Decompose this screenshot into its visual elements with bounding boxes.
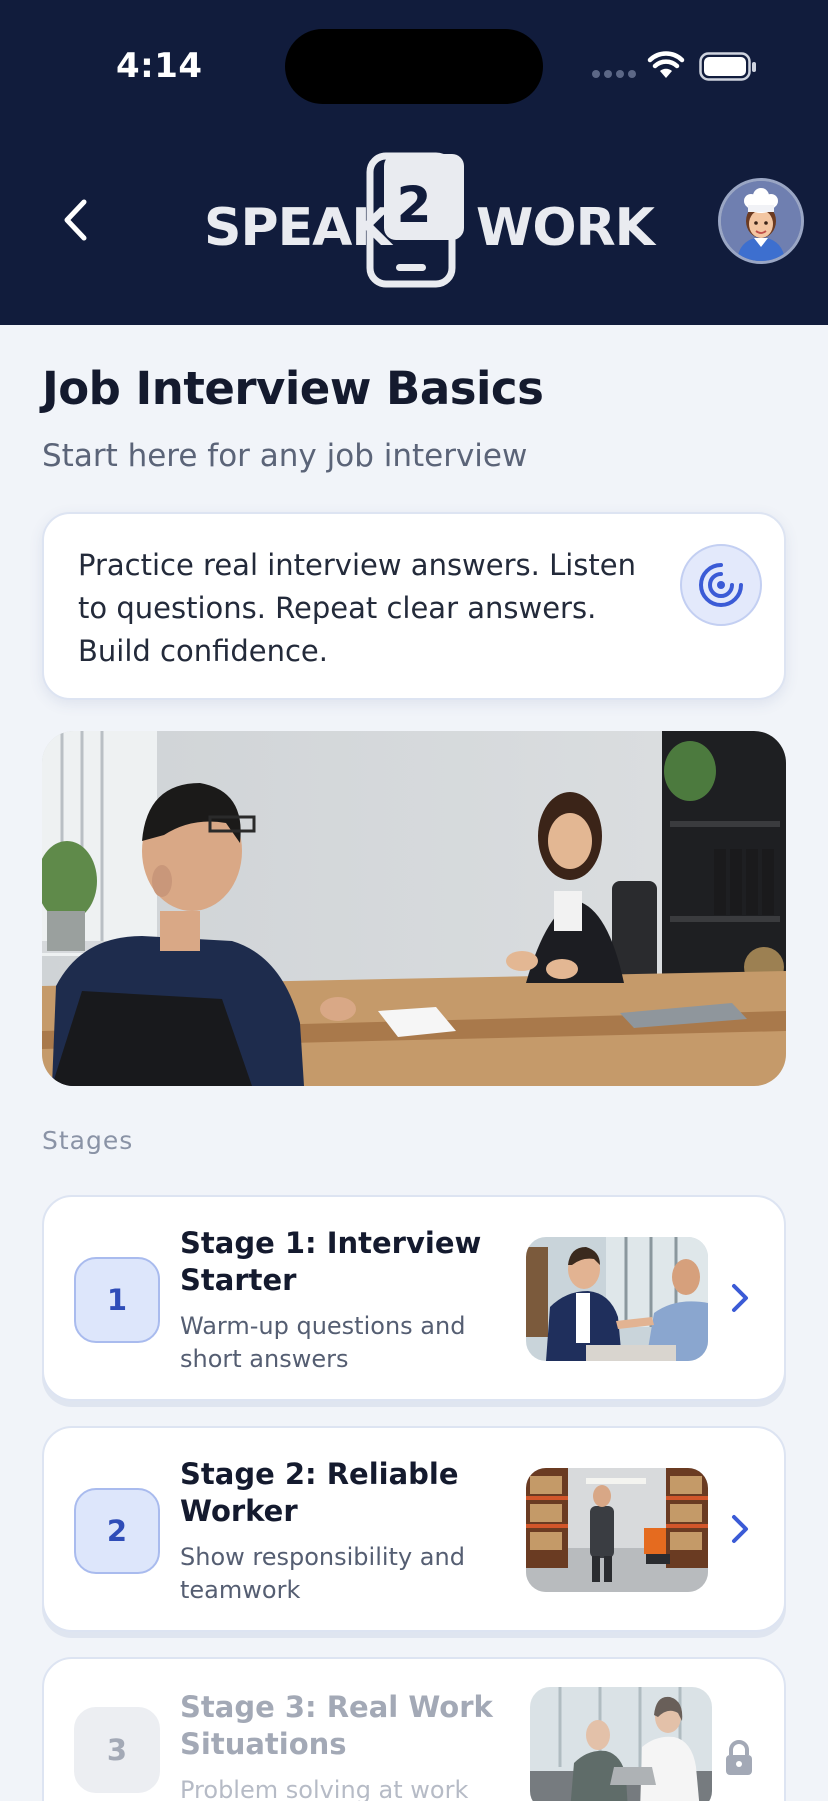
wifi-icon [647, 51, 685, 78]
profile-avatar[interactable] [718, 178, 804, 264]
cellular-signal-icon [592, 70, 636, 78]
stage-number-badge: 3 [74, 1707, 160, 1793]
app-header: 4:14 SPEAK 2 WORK [0, 0, 828, 325]
back-button[interactable] [50, 190, 100, 250]
chef-avatar-icon [721, 181, 801, 261]
stage-number-badge: 2 [74, 1488, 160, 1574]
status-time: 4:14 [116, 46, 203, 86]
battery-icon [699, 52, 756, 81]
chevron-right-icon [732, 1284, 748, 1312]
stage-description: Problem solving at work [180, 1776, 469, 1801]
logo-left-word: SPEAK [204, 198, 392, 258]
page-title: Job Interview Basics [42, 362, 544, 415]
audio-waves-icon [699, 563, 743, 607]
lock-icon [726, 1740, 752, 1775]
stage-title: Stage 1: Interview Starter [180, 1226, 482, 1297]
stage-thumbnail [530, 1687, 712, 1801]
hero-interview-image [42, 731, 786, 1086]
chevron-right-icon [732, 1515, 748, 1543]
stage-card-2[interactable]: 2 Stage 2: Reliable Worker Show responsi… [42, 1426, 786, 1632]
stage-description: Show responsibility and teamwork [180, 1543, 465, 1604]
audio-play-button[interactable] [680, 544, 762, 626]
stage-card-1[interactable]: 1 Stage 1: Interview Starter Warm-up que… [42, 1195, 786, 1401]
logo-right-word: WORK [476, 198, 655, 258]
stage-thumbnail [526, 1468, 708, 1592]
info-card: Practice real interview answers. Listen … [42, 512, 786, 700]
logo-number: 2 [396, 176, 432, 234]
dynamic-island [285, 29, 543, 104]
stage-number-badge: 1 [74, 1257, 160, 1343]
stage-title: Stage 3: Real Work Situations [180, 1690, 493, 1761]
stages-section-label: Stages [42, 1126, 134, 1155]
stage-description: Warm-up questions and short answers [180, 1312, 466, 1373]
info-text: Practice real interview answers. Listen … [78, 548, 636, 668]
app-logo: SPEAK 2 WORK [200, 150, 655, 290]
stage-card-3[interactable]: 3 Stage 3: Real Work Situations Problem … [42, 1657, 786, 1801]
stage-thumbnail [526, 1237, 708, 1361]
chevron-left-icon [64, 199, 87, 241]
page-subtitle: Start here for any job interview [42, 438, 528, 474]
stage-title: Stage 2: Reliable Worker [180, 1457, 459, 1528]
